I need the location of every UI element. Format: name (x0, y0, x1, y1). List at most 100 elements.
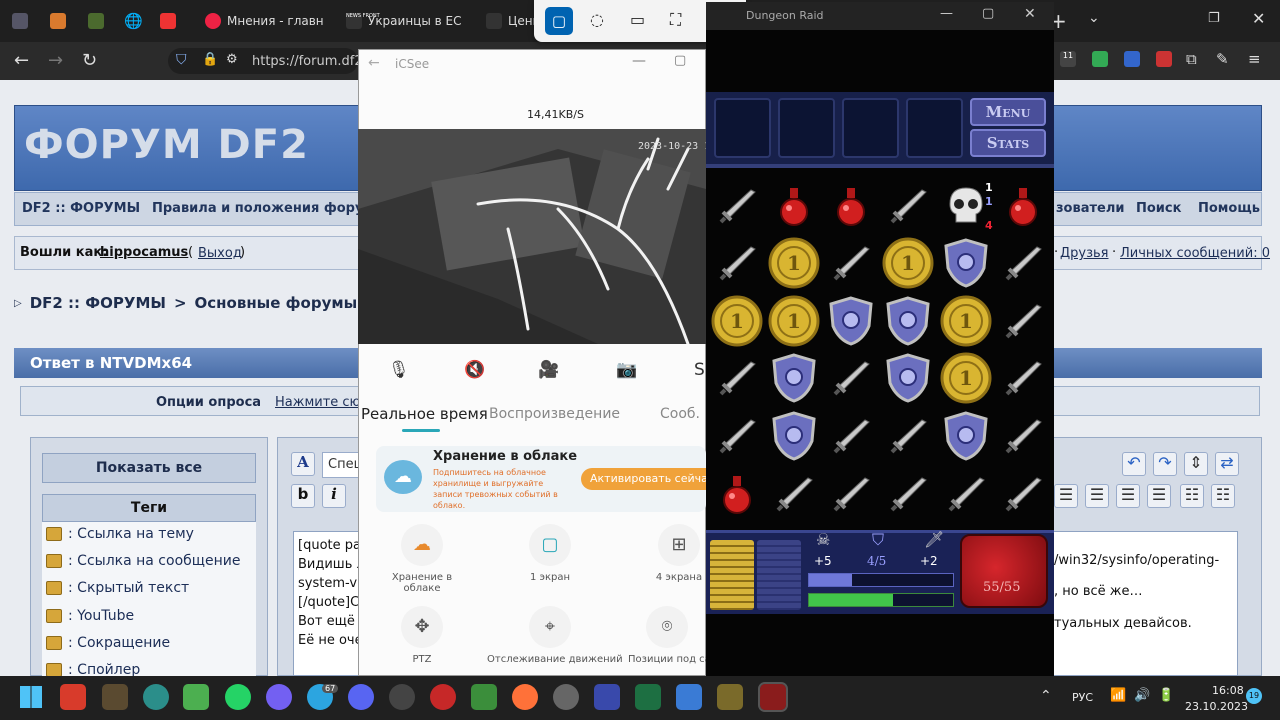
list-icon[interactable]: ☷ (1180, 484, 1204, 508)
app-icon[interactable] (60, 684, 86, 710)
maximize-icon[interactable]: ▢ (674, 53, 686, 68)
tag-topic-link[interactable]: : Ссылка на тему (46, 526, 194, 542)
activate-button[interactable]: Активировать сейчас (581, 468, 706, 490)
inventory-slot[interactable] (714, 98, 771, 158)
sword-tile[interactable] (823, 350, 880, 407)
undo-icon[interactable]: ↶ (1122, 452, 1146, 476)
coin-tile[interactable]: 1 (880, 235, 937, 292)
window-snip-icon[interactable]: ▭ (630, 10, 645, 29)
shield-tile[interactable] (937, 407, 994, 464)
extra-tool[interactable]: S (694, 360, 705, 380)
record-icon[interactable]: 🎥 (538, 360, 559, 380)
translate-icon[interactable] (1124, 51, 1140, 67)
app-icon[interactable] (183, 684, 209, 710)
sword-tile[interactable] (823, 465, 880, 522)
battery-icon[interactable]: 🔋 (1158, 688, 1174, 703)
volume-icon[interactable]: 🔊 (1134, 688, 1150, 703)
sword-tile[interactable] (995, 350, 1052, 407)
rad-icon[interactable] (430, 684, 456, 710)
microphone-icon[interactable]: 🎙 (388, 360, 410, 380)
extension-icon[interactable] (1092, 51, 1108, 67)
potion-tile[interactable] (995, 177, 1052, 234)
inventory-slot[interactable] (778, 98, 835, 158)
sword-tile[interactable] (880, 407, 937, 464)
show-all-button[interactable]: Показать все (42, 453, 256, 483)
sword-tile[interactable] (995, 235, 1052, 292)
coin-tile[interactable]: 1 (708, 292, 765, 349)
inventory-slot[interactable] (906, 98, 963, 158)
start-icon[interactable] (20, 686, 42, 708)
tag-post-link[interactable]: : Ссылка на сообщение (46, 553, 240, 569)
align-right-icon[interactable]: ☰ (1147, 484, 1171, 508)
bold-button[interactable]: b (291, 484, 315, 508)
sword-tile[interactable] (708, 350, 765, 407)
app-icon[interactable] (102, 684, 128, 710)
sword-tile[interactable] (880, 177, 937, 234)
restore-icon[interactable]: ❐ (1208, 11, 1220, 26)
sword-tile[interactable] (708, 177, 765, 234)
coin-tile[interactable]: 1 (765, 235, 822, 292)
sword-tile[interactable] (880, 465, 937, 522)
tab-prices[interactable]: Цень (486, 6, 536, 36)
back-icon[interactable]: ← (14, 50, 29, 71)
sword-tile[interactable] (937, 465, 994, 522)
app-icon[interactable] (389, 684, 415, 710)
globe-icon[interactable]: 🌐 (124, 12, 143, 30)
font-icon[interactable]: A (291, 452, 315, 476)
grid-item-1screen[interactable]: ▢ 1 экран (500, 524, 600, 594)
tag-abbreviation[interactable]: : Сокращение (46, 635, 170, 651)
rectangle-snip-icon[interactable]: ▢ (545, 7, 573, 35)
sword-tile[interactable] (823, 407, 880, 464)
app-icon[interactable] (471, 684, 497, 710)
logout-link[interactable]: Выход (198, 246, 242, 261)
back-icon[interactable]: ← (368, 55, 380, 71)
menu-forums[interactable]: DF2 :: ФОРУМЫ (22, 201, 140, 216)
whatsapp-icon[interactable] (225, 684, 251, 710)
fullscreen-snip-icon[interactable]: ⛶ (670, 10, 681, 30)
grid-item-cloud[interactable]: ☁ Хранение в облаке (372, 524, 472, 594)
minimize-icon[interactable]: — (632, 53, 646, 69)
tag-hidden-text[interactable]: : Скрытый текст (46, 580, 189, 596)
potion-tile[interactable] (823, 177, 880, 234)
friends-link[interactable]: Друзья (1060, 246, 1109, 261)
tab-playback[interactable]: Воспроизведение (489, 406, 620, 422)
stats-button[interactable]: Stats (970, 129, 1046, 157)
menu-search[interactable]: Поиск (1136, 201, 1181, 216)
menu-users[interactable]: зователи (1056, 201, 1124, 216)
breadcrumb-root[interactable]: DF2 :: ФОРУМЫ (30, 294, 166, 312)
clock-time[interactable]: 16:08 (1212, 684, 1244, 697)
align-left-icon[interactable]: ☰ (1085, 484, 1109, 508)
chevron-down-icon[interactable]: ⌄ (1088, 10, 1100, 26)
pinned-tab-icon[interactable] (88, 13, 104, 29)
camera-video[interactable]: 2023-10-23 16 (358, 129, 706, 344)
grid-item-motion[interactable]: ⌖ Отслеживание движений (487, 606, 623, 676)
potion-tile[interactable] (765, 177, 822, 234)
app-icon[interactable] (12, 13, 28, 29)
menu-icon[interactable]: ≡ (1248, 50, 1261, 68)
grid-item-positions[interactable]: ⌾ Позиции под са (628, 606, 706, 676)
bullet-list-icon[interactable]: ☷ (1211, 484, 1235, 508)
shield-icon[interactable]: ⛉ (176, 52, 187, 68)
potion-tile[interactable] (708, 465, 765, 522)
align-center-icon[interactable]: ☰ (1116, 484, 1140, 508)
username-link[interactable]: hippocamus (100, 245, 188, 260)
menu-rules[interactable]: Правила и положения фору (152, 201, 363, 216)
settings-icon[interactable] (553, 684, 579, 710)
chevron-up-icon[interactable]: ⌃ (1040, 688, 1052, 704)
sword-tile[interactable] (708, 235, 765, 292)
tab-opinions[interactable]: Мнения - главн (205, 6, 333, 36)
italic-button[interactable]: i (322, 484, 346, 508)
maximize-icon[interactable]: ▢ (982, 6, 994, 21)
viber-icon[interactable] (266, 684, 292, 710)
camera-icon[interactable]: 📷 (616, 360, 637, 380)
excel-icon[interactable] (635, 684, 661, 710)
resize-icon[interactable]: ⇕ (1184, 452, 1208, 476)
shield-tile[interactable] (880, 292, 937, 349)
close-icon[interactable]: ✕ (1024, 6, 1036, 22)
poll-link[interactable]: Нажмите сю (275, 395, 361, 410)
wifi-icon[interactable]: 📶 (1110, 688, 1126, 703)
menu-help[interactable]: Помощь (1198, 201, 1260, 216)
coin-tile[interactable]: 1 (765, 292, 822, 349)
grid-item-ptz[interactable]: ✥ PTZ (372, 606, 472, 676)
sword-tile[interactable] (708, 407, 765, 464)
